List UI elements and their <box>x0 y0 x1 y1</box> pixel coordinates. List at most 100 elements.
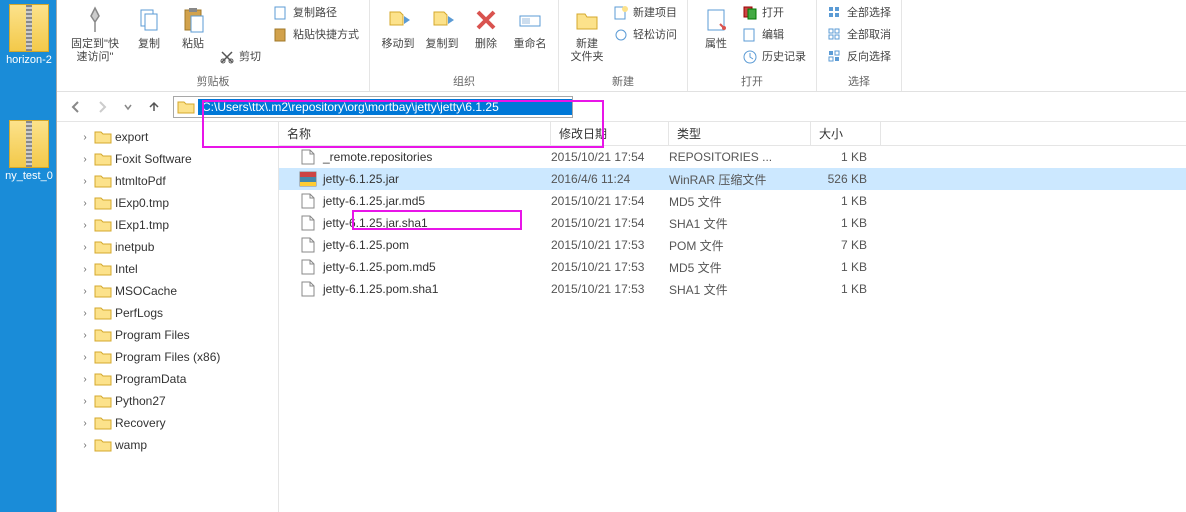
forward-button[interactable] <box>91 96 113 118</box>
tree-item[interactable]: ›IExp0.tmp <box>57 192 278 214</box>
tree-item[interactable]: ›htmltoPdf <box>57 170 278 192</box>
file-list[interactable]: _remote.repositories2015/10/21 17:54REPO… <box>279 146 1186 512</box>
col-size[interactable]: 大小 <box>811 122 881 145</box>
cut-button[interactable]: 剪切 <box>215 46 265 68</box>
folder-icon <box>94 327 112 343</box>
paste-shortcut-button[interactable]: 粘贴快捷方式 <box>269 24 363 46</box>
tree-item[interactable]: ›ProgramData <box>57 368 278 390</box>
file-icon <box>299 215 317 231</box>
expand-icon[interactable]: › <box>79 440 91 451</box>
delete-button[interactable]: 删除 <box>464 2 508 53</box>
folder-icon <box>94 151 112 167</box>
paste-button[interactable]: 粘贴 <box>171 2 215 53</box>
tree-item-label: Intel <box>115 262 138 276</box>
file-row[interactable]: jetty-6.1.25.pom2015/10/21 17:53POM 文件7 … <box>279 234 1186 256</box>
file-size: 1 KB <box>811 216 867 230</box>
ribbon-group-select: 全部选择 全部取消 反向选择 选择 <box>817 0 902 91</box>
expand-icon[interactable]: › <box>79 264 91 275</box>
expand-icon[interactable]: › <box>79 176 91 187</box>
expand-icon[interactable]: › <box>79 396 91 407</box>
tree-item[interactable]: ›Recovery <box>57 412 278 434</box>
rename-icon <box>514 4 546 36</box>
tree-item-label: IExp1.tmp <box>115 218 169 232</box>
move-to-button[interactable]: 移动到 <box>376 2 420 53</box>
tree-item[interactable]: ›wamp <box>57 434 278 456</box>
col-type[interactable]: 类型 <box>669 122 811 145</box>
file-row[interactable]: jetty-6.1.25.jar.md52015/10/21 17:54MD5 … <box>279 190 1186 212</box>
properties-button[interactable]: 属性 <box>694 2 738 53</box>
explorer-body: ›export›Foxit Software›htmltoPdf›IExp0.t… <box>57 122 1186 512</box>
edit-button[interactable]: 编辑 <box>738 24 810 46</box>
tree-item-label: Program Files (x86) <box>115 350 220 364</box>
expand-icon[interactable]: › <box>79 198 91 209</box>
address-path: C:\Users\ttx\.m2\repository\org\mortbay\… <box>198 99 572 115</box>
expand-icon[interactable]: › <box>79 374 91 385</box>
desktop-zip-icon-1[interactable]: horizon-2 <box>4 4 54 66</box>
file-row[interactable]: _remote.repositories2015/10/21 17:54REPO… <box>279 146 1186 168</box>
expand-icon[interactable]: › <box>79 352 91 363</box>
invert-selection-button[interactable]: 反向选择 <box>823 46 895 68</box>
file-name: jetty-6.1.25.jar.sha1 <box>323 216 551 230</box>
expand-icon[interactable]: › <box>79 330 91 341</box>
tree-item[interactable]: ›PerfLogs <box>57 302 278 324</box>
file-icon <box>299 281 317 297</box>
new-item-button[interactable]: 新建项目 <box>609 2 681 24</box>
file-pane: 名称 修改日期 类型 大小 _remote.repositories2015/1… <box>279 122 1186 512</box>
col-date[interactable]: 修改日期 <box>551 122 669 145</box>
folder-tree[interactable]: ›export›Foxit Software›htmltoPdf›IExp0.t… <box>57 122 279 512</box>
expand-icon[interactable]: › <box>79 286 91 297</box>
file-name: jetty-6.1.25.jar <box>323 172 551 186</box>
tree-item[interactable]: ›MSOCache <box>57 280 278 302</box>
tree-item[interactable]: › Python27 <box>57 390 278 412</box>
expand-icon[interactable]: › <box>79 220 91 231</box>
recent-button[interactable] <box>117 96 139 118</box>
file-row[interactable]: jetty-6.1.25.jar2016/4/6 11:24WinRAR 压缩文… <box>279 168 1186 190</box>
file-size: 7 KB <box>811 238 867 252</box>
tree-item[interactable]: ›Foxit Software <box>57 148 278 170</box>
history-button[interactable]: 历史记录 <box>738 46 810 68</box>
up-button[interactable] <box>143 96 165 118</box>
file-date: 2015/10/21 17:53 <box>551 238 669 252</box>
address-input[interactable]: C:\Users\ttx\.m2\repository\org\mortbay\… <box>173 96 573 118</box>
scissors-icon <box>219 49 235 65</box>
file-type: MD5 文件 <box>669 259 811 276</box>
folder-icon <box>94 261 112 277</box>
copy-to-button[interactable]: 复制到 <box>420 2 464 53</box>
expand-icon[interactable]: › <box>79 154 91 165</box>
folder-icon <box>94 371 112 387</box>
ribbon-group-label: 新建 <box>565 73 681 91</box>
file-type: MD5 文件 <box>669 193 811 210</box>
tree-item[interactable]: ›Program Files <box>57 324 278 346</box>
pin-quickaccess-button[interactable]: 固定到"快速访问" <box>63 2 127 66</box>
rename-button[interactable]: 重命名 <box>508 2 552 53</box>
expand-icon[interactable]: › <box>79 308 91 319</box>
tree-item[interactable]: › IExp1.tmp <box>57 214 278 236</box>
file-row[interactable]: jetty-6.1.25.jar.sha12015/10/21 17:54SHA… <box>279 212 1186 234</box>
tree-item[interactable]: › Intel <box>57 258 278 280</box>
file-row[interactable]: jetty-6.1.25.pom.sha12015/10/21 17:53SHA… <box>279 278 1186 300</box>
file-row[interactable]: jetty-6.1.25.pom.md52015/10/21 17:53MD5 … <box>279 256 1186 278</box>
edit-icon <box>742 27 758 43</box>
select-none-button[interactable]: 全部取消 <box>823 24 895 46</box>
col-name[interactable]: 名称 <box>279 122 551 145</box>
ribbon-group-open: 属性 打开 编辑 历史记录 打开 <box>688 0 817 91</box>
select-all-button[interactable]: 全部选择 <box>823 2 895 24</box>
tree-item[interactable]: › Program Files (x86) <box>57 346 278 368</box>
new-item-icon <box>613 5 629 21</box>
desktop-zip-icon-2[interactable]: ny_test_0 <box>4 120 54 182</box>
tree-item[interactable]: ›inetpub <box>57 236 278 258</box>
easy-access-icon <box>613 27 629 43</box>
new-folder-button[interactable]: 新建 文件夹 <box>565 2 609 66</box>
file-size: 1 KB <box>811 150 867 164</box>
easy-access-button[interactable]: 轻松访问 <box>609 24 681 46</box>
back-button[interactable] <box>65 96 87 118</box>
open-button[interactable]: 打开 <box>738 2 810 24</box>
copy-button[interactable]: 复制 <box>127 2 171 53</box>
tree-item-label: Python27 <box>115 394 166 408</box>
copy-path-button[interactable]: 复制路径 <box>269 2 363 24</box>
tree-item[interactable]: ›export <box>57 126 278 148</box>
expand-icon[interactable]: › <box>79 418 91 429</box>
file-type: SHA1 文件 <box>669 281 811 298</box>
expand-icon[interactable]: › <box>79 132 91 143</box>
expand-icon[interactable]: › <box>79 242 91 253</box>
